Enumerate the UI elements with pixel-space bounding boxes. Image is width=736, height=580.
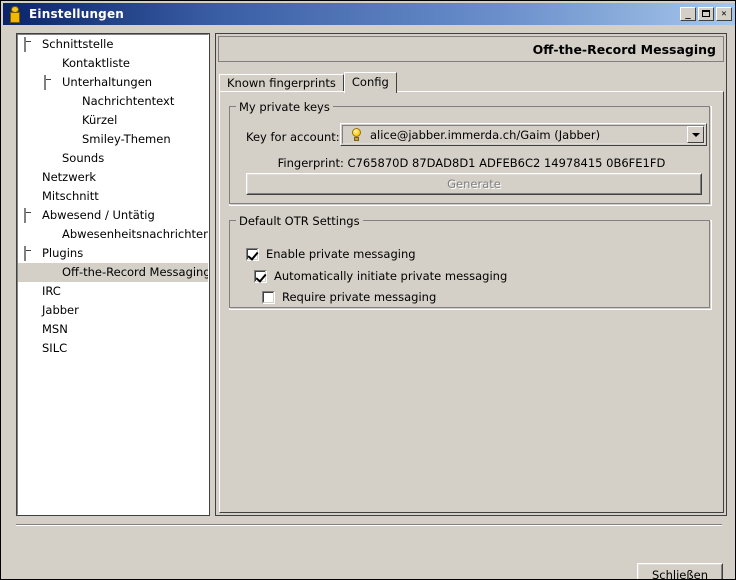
sidebar-item-label: Unterhaltungen (62, 75, 153, 89)
checkbox-icon[interactable] (262, 290, 275, 304)
settings-window: Einstellungen _ ✕ Schnittstelle Kontaktli… (0, 0, 736, 580)
sidebar-item-netzwerk[interactable]: Netzwerk (18, 168, 208, 187)
tree-expander-slot (24, 246, 35, 261)
sidebar-item-plugins[interactable]: Plugins (18, 244, 208, 263)
sidebar-item-label: SILC (42, 341, 68, 355)
window-client-area: Schnittstelle Kontaktliste Unterhaltungen N… (3, 27, 735, 580)
minimize-button[interactable]: _ (680, 7, 696, 21)
sidebar-item-sounds[interactable]: Sounds (18, 149, 208, 168)
checkbox-label: Enable private messaging (266, 247, 416, 261)
default-otr-settings-title: Default OTR Settings (236, 214, 363, 228)
tab-strip-filler (396, 74, 724, 92)
close-dialog-button[interactable]: Schließen (637, 563, 723, 580)
close-dialog-label: Schließen (651, 568, 708, 580)
sidebar-item-label: MSN (42, 322, 68, 336)
sidebar-item-off-the-record-messaging[interactable]: Off-the-Record Messaging (18, 263, 208, 282)
tab-content-config: My private keys Key for account: alice@j… (219, 91, 724, 513)
tree-expander-slot (44, 75, 55, 90)
generate-key-label: Generate (447, 177, 501, 191)
maximize-icon (702, 10, 710, 17)
my-private-keys-title: My private keys (236, 100, 333, 114)
sidebar-item-label: Kürzel (82, 113, 118, 127)
settings-detail-panel: Off-the-Record Messaging Known fingerpri… (215, 33, 727, 516)
sidebar-item-abwesend-unt-tig[interactable]: Abwesend / Untätig (18, 206, 208, 225)
window-controls: _ ✕ (680, 7, 732, 21)
sidebar-item-label: Netzwerk (42, 170, 97, 184)
checkbox-icon[interactable] (246, 247, 259, 261)
tree-expander-icon[interactable] (24, 37, 26, 52)
my-private-keys-group: My private keys Key for account: alice@j… (229, 100, 712, 206)
fingerprint-text: Fingerprint: C765870D 87DAD8D1 ADFEB6C2 … (277, 156, 666, 170)
sidebar-item-label: Kontaktliste (62, 56, 130, 70)
sidebar-item-label: Smiley-Themen (82, 132, 171, 146)
sidebar-item-label: Abwesenheitsnachrichten (62, 227, 209, 241)
tree-expander-slot (24, 208, 35, 223)
tab-label: Known fingerprints (227, 76, 336, 90)
default-otr-settings-group: Default OTR Settings Enable private mess… (229, 214, 712, 310)
sidebar-item-label: Mitschnitt (42, 189, 99, 203)
sidebar-item-mitschnitt[interactable]: Mitschnitt (18, 187, 208, 206)
checkbox-row-require-private-messaging[interactable]: Require private messaging (262, 290, 436, 304)
checkbox-row-enable-private-messaging[interactable]: Enable private messaging (246, 247, 416, 261)
account-combobox-value: alice@jabber.immerda.ch/Gaim (Jabber) (370, 127, 601, 142)
chevron-down-icon[interactable] (687, 126, 704, 143)
checkbox-icon[interactable] (254, 269, 267, 283)
lightbulb-icon (350, 127, 363, 142)
sidebar-item-label: Off-the-Record Messaging (62, 265, 209, 279)
tab-label: Config (351, 75, 389, 89)
tab-strip: Known fingerprints Config (219, 71, 724, 93)
sidebar-item-k-rzel[interactable]: Kürzel (18, 111, 208, 130)
sidebar-item-label: IRC (42, 284, 61, 298)
sidebar-item-label: Plugins (42, 246, 84, 260)
account-combobox[interactable]: alice@jabber.immerda.ch/Gaim (Jabber) (340, 123, 707, 146)
sidebar-item-label: Abwesend / Untätig (42, 208, 155, 222)
tab-known-fingerprints[interactable]: Known fingerprints (219, 74, 344, 92)
sidebar-item-abwesenheitsnachrichten[interactable]: Abwesenheitsnachrichten (18, 225, 208, 244)
maximize-button[interactable] (698, 7, 714, 21)
tree-expander-slot (24, 37, 35, 52)
sidebar-item-label: Jabber (42, 303, 79, 317)
checkbox-row-automatically-initiate-private-messaging[interactable]: Automatically initiate private messaging (254, 269, 507, 283)
close-button[interactable]: ✕ (716, 7, 732, 21)
tree-expander-icon[interactable] (24, 246, 26, 261)
sidebar-item-kontaktliste[interactable]: Kontaktliste (18, 54, 208, 73)
sidebar-item-label: Nachrichtentext (82, 94, 175, 108)
tree-expander-icon[interactable] (44, 75, 46, 90)
page-title: Off-the-Record Messaging (532, 41, 716, 57)
generate-key-button[interactable]: Generate (246, 173, 702, 195)
checkbox-label: Require private messaging (282, 290, 437, 304)
tree-expander-icon[interactable] (24, 208, 26, 223)
window-title: Einstellungen (29, 7, 125, 21)
sidebar-item-label: Schnittstelle (42, 37, 114, 51)
sidebar-item-msn[interactable]: MSN (18, 320, 208, 339)
panel-header: Off-the-Record Messaging (218, 36, 724, 62)
minimize-icon: _ (685, 10, 691, 20)
title-bar: Einstellungen _ ✕ (3, 3, 735, 25)
close-icon: ✕ (721, 9, 727, 19)
footer-separator (16, 524, 722, 526)
sidebar-item-schnittstelle[interactable]: Schnittstelle (18, 35, 208, 54)
settings-tree[interactable]: Schnittstelle Kontaktliste Unterhaltungen N… (17, 34, 209, 515)
sidebar-item-label: Sounds (62, 151, 105, 165)
tab-config[interactable]: Config (343, 72, 397, 93)
sidebar-item-smiley-themen[interactable]: Smiley-Themen (18, 130, 208, 149)
person-icon (6, 5, 24, 23)
sidebar-item-jabber[interactable]: Jabber (18, 301, 208, 320)
checkbox-label: Automatically initiate private messaging (274, 269, 508, 283)
key-for-account-label: Key for account: (246, 130, 340, 144)
sidebar-item-silc[interactable]: SILC (18, 339, 208, 358)
sidebar-item-irc[interactable]: IRC (18, 282, 208, 301)
sidebar-item-unterhaltungen[interactable]: Unterhaltungen (18, 73, 208, 92)
sidebar-item-nachrichtentext[interactable]: Nachrichtentext (18, 92, 208, 111)
